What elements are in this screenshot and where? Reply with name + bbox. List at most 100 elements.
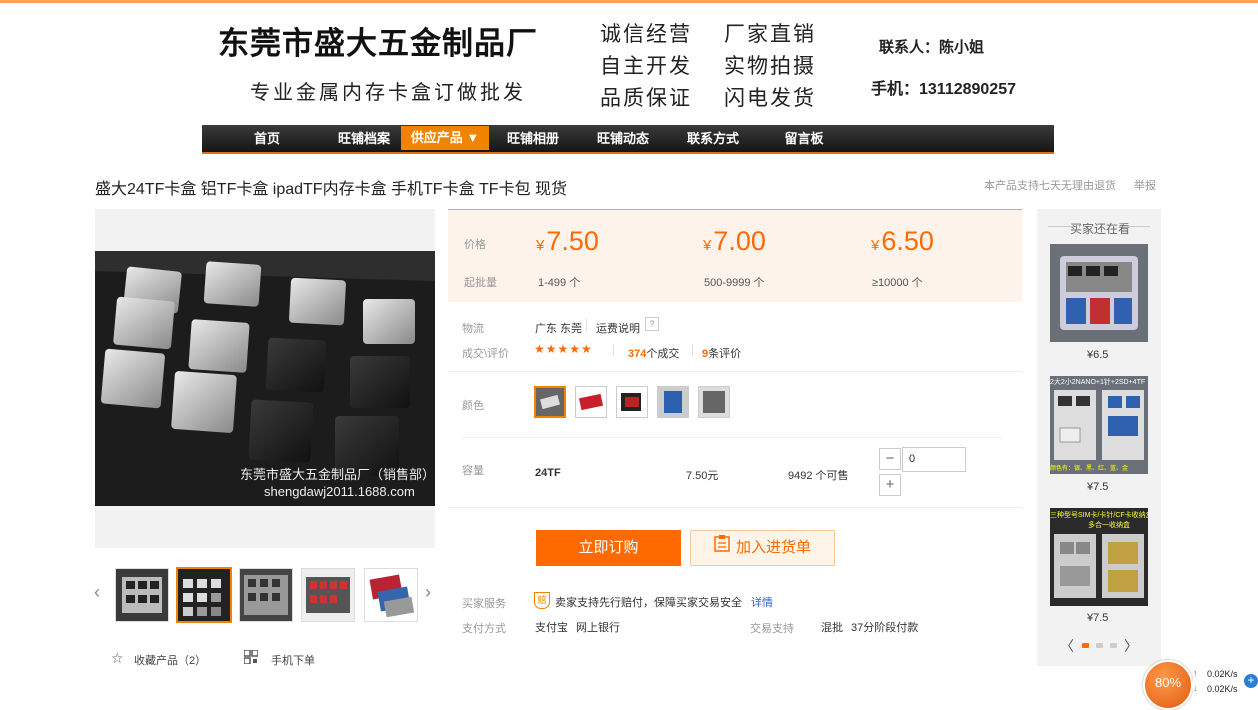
reviews-count[interactable]: 9条评价 (702, 345, 741, 361)
color-swatch-black[interactable] (616, 386, 648, 418)
favorite-product-link[interactable]: 收藏产品（2） (134, 652, 206, 668)
trade-installment: 37分阶段付款 (851, 622, 919, 634)
also-viewed-title: 买家还在看 (1070, 222, 1131, 236)
mobile-order-link[interactable]: 手机下单 (271, 652, 315, 668)
price-label: 价格 (464, 239, 486, 251)
divider (462, 437, 1002, 438)
also-viewed-price: ¥7.5 (1087, 612, 1109, 624)
add-to-cart-button[interactable]: 加入进货单 (690, 530, 835, 566)
trade-mixed-batch: 混批 (821, 622, 843, 634)
also-viewed-item-image[interactable] (1050, 244, 1148, 342)
star-outline-icon[interactable]: ☆ (111, 650, 124, 667)
buyer-service-label: 买家服务 (462, 598, 506, 610)
order-now-button[interactable]: 立即订购 (536, 530, 681, 566)
return-policy-note[interactable]: 本产品支持七天无理由退货 (984, 177, 1116, 193)
quantity-input[interactable]: 0 (902, 447, 966, 472)
help-icon[interactable]: ? (645, 317, 659, 331)
slogan: 品质保证 (600, 86, 692, 110)
also-viewed-image-caption: 多合一收纳盒 (1088, 522, 1130, 529)
divider (1128, 226, 1150, 227)
also-viewed-image-caption: 三种型号SIM卡/卡针/CF卡收纳盒 (1050, 512, 1148, 519)
also-viewed-item-image[interactable]: 2大2小2NANO+1针+2SD+4TF 颜色有：银、黑、红、蓝、金 (1050, 376, 1148, 474)
payment-bank: 网上银行 (576, 622, 620, 634)
nav-shop-profile[interactable]: 旺铺档案 (320, 125, 408, 152)
watermark-company: 东莞市盛大五金制品厂（销售部） (240, 467, 436, 482)
deals-count[interactable]: 374个成交 (628, 345, 679, 361)
download-arrow-icon: ↓ (1193, 683, 1198, 693)
company-subtitle: 专业金属内存卡盒订做批发 (250, 80, 526, 104)
moq-range-1: 1-499 个 (538, 277, 581, 289)
color-swatch-red[interactable] (575, 386, 607, 418)
sidebar-prev-icon[interactable]: 〈 (1060, 636, 1074, 656)
slogan: 自主开发 (600, 54, 692, 78)
clipboard-icon (714, 531, 730, 565)
shield-icon: 赔 (534, 592, 550, 609)
nav-news[interactable]: 旺铺动态 (588, 125, 658, 152)
payment-label: 支付方式 (462, 623, 506, 635)
capacity-label: 容量 (462, 465, 484, 477)
payment-alipay: 支付宝 (535, 622, 568, 634)
slogan: 厂家直销 (724, 22, 816, 46)
carousel-dot-active[interactable] (1082, 643, 1089, 648)
deals-reviews-label: 成交\评价 (462, 348, 510, 360)
moq-label: 起批量 (464, 277, 497, 289)
speed-percent-badge: 80% (1143, 660, 1193, 710)
color-swatch-gray[interactable] (698, 386, 730, 418)
shipping-fee-link[interactable]: 运费说明 (596, 320, 640, 336)
nav-home[interactable]: 首页 (232, 125, 302, 152)
carousel-dot[interactable] (1096, 643, 1103, 648)
slogan: 诚信经营 (600, 22, 692, 46)
nav-contact[interactable]: 联系方式 (678, 125, 748, 152)
watermark-url: shengdawj2011.1688.com (264, 484, 415, 499)
moq-range-3: ≥10000 个 (872, 277, 923, 289)
company-name: 东莞市盛大五金制品厂 (218, 26, 538, 62)
color-swatch-silver[interactable] (534, 386, 566, 418)
rating-stars: ★★★★★ (534, 342, 593, 356)
capacity-value: 24TF (535, 467, 561, 479)
also-viewed-price: ¥7.5 (1087, 481, 1109, 493)
report-link[interactable]: 举报 (1134, 177, 1156, 193)
price-tier-2: ¥7.00 (703, 226, 766, 256)
qrcode-icon[interactable] (243, 649, 259, 669)
divider (448, 507, 1022, 508)
sku-stock: 9492 个可售 (788, 470, 849, 482)
sku-unit-price: 7.50元 (686, 470, 719, 482)
product-title: 盛大24TF卡盒 铝TF卡盒 ipadTF内存卡盒 手机TF卡盒 TF卡包 现货 (95, 181, 568, 198)
ship-from-location: 广东 东莞 (535, 323, 583, 335)
nav-album[interactable]: 旺铺相册 (498, 125, 568, 152)
slogan: 闪电发货 (724, 86, 816, 110)
thumb-prev-arrow-icon[interactable]: ‹ (94, 582, 100, 603)
upload-speed: 0.02K/s (1207, 669, 1238, 679)
product-thumbnail[interactable] (115, 568, 169, 622)
divider (586, 319, 587, 331)
sidebar-next-icon[interactable]: 〉 (1124, 636, 1138, 656)
color-label: 颜色 (462, 400, 484, 412)
contact-phone: 手机：13112890257 (871, 81, 1017, 98)
logistics-label: 物流 (462, 323, 484, 335)
nav-message-board[interactable]: 留言板 (772, 125, 836, 152)
also-viewed-image-caption: 颜色有：银、黑、红、蓝、金 (1050, 466, 1129, 472)
quantity-minus-button[interactable]: − (879, 448, 901, 470)
product-thumbnail[interactable] (239, 568, 293, 622)
carousel-dot[interactable] (1110, 643, 1117, 648)
color-swatch-blue[interactable] (657, 386, 689, 418)
service-details-link[interactable]: 详情 (751, 594, 773, 610)
product-thumbnail-selected[interactable] (176, 567, 232, 623)
buyer-service-text: 卖家支持先行赔付，保障买家交易安全 (555, 597, 742, 609)
product-thumbnail[interactable] (301, 568, 355, 622)
trade-support-label: 交易支持 (750, 623, 794, 635)
shop-nav-bar: 首页 旺铺档案 供应产品 ▼ 旺铺相册 旺铺动态 联系方式 留言板 (202, 125, 1054, 154)
divider (692, 344, 693, 356)
price-tier-1: ¥7.50 (536, 226, 599, 256)
network-speed-widget[interactable]: 80% ↑ 0.02K/s ↓ 0.02K/s + (1141, 660, 1258, 710)
quantity-plus-button[interactable]: + (879, 474, 901, 496)
also-viewed-item-image[interactable]: 三种型号SIM卡/卡针/CF卡收纳盒 多合一收纳盒 (1050, 508, 1148, 606)
divider (613, 344, 614, 356)
product-thumbnail[interactable] (364, 568, 418, 622)
upload-arrow-icon: ↑ (1193, 668, 1198, 678)
thumb-next-arrow-icon[interactable]: › (425, 582, 431, 603)
nav-products[interactable]: 供应产品 ▼ (401, 126, 489, 150)
also-viewed-image-caption: 2大2小2NANO+1针+2SD+4TF (1050, 379, 1146, 386)
slogan: 实物拍摄 (724, 54, 816, 78)
plus-icon[interactable]: + (1244, 674, 1258, 688)
